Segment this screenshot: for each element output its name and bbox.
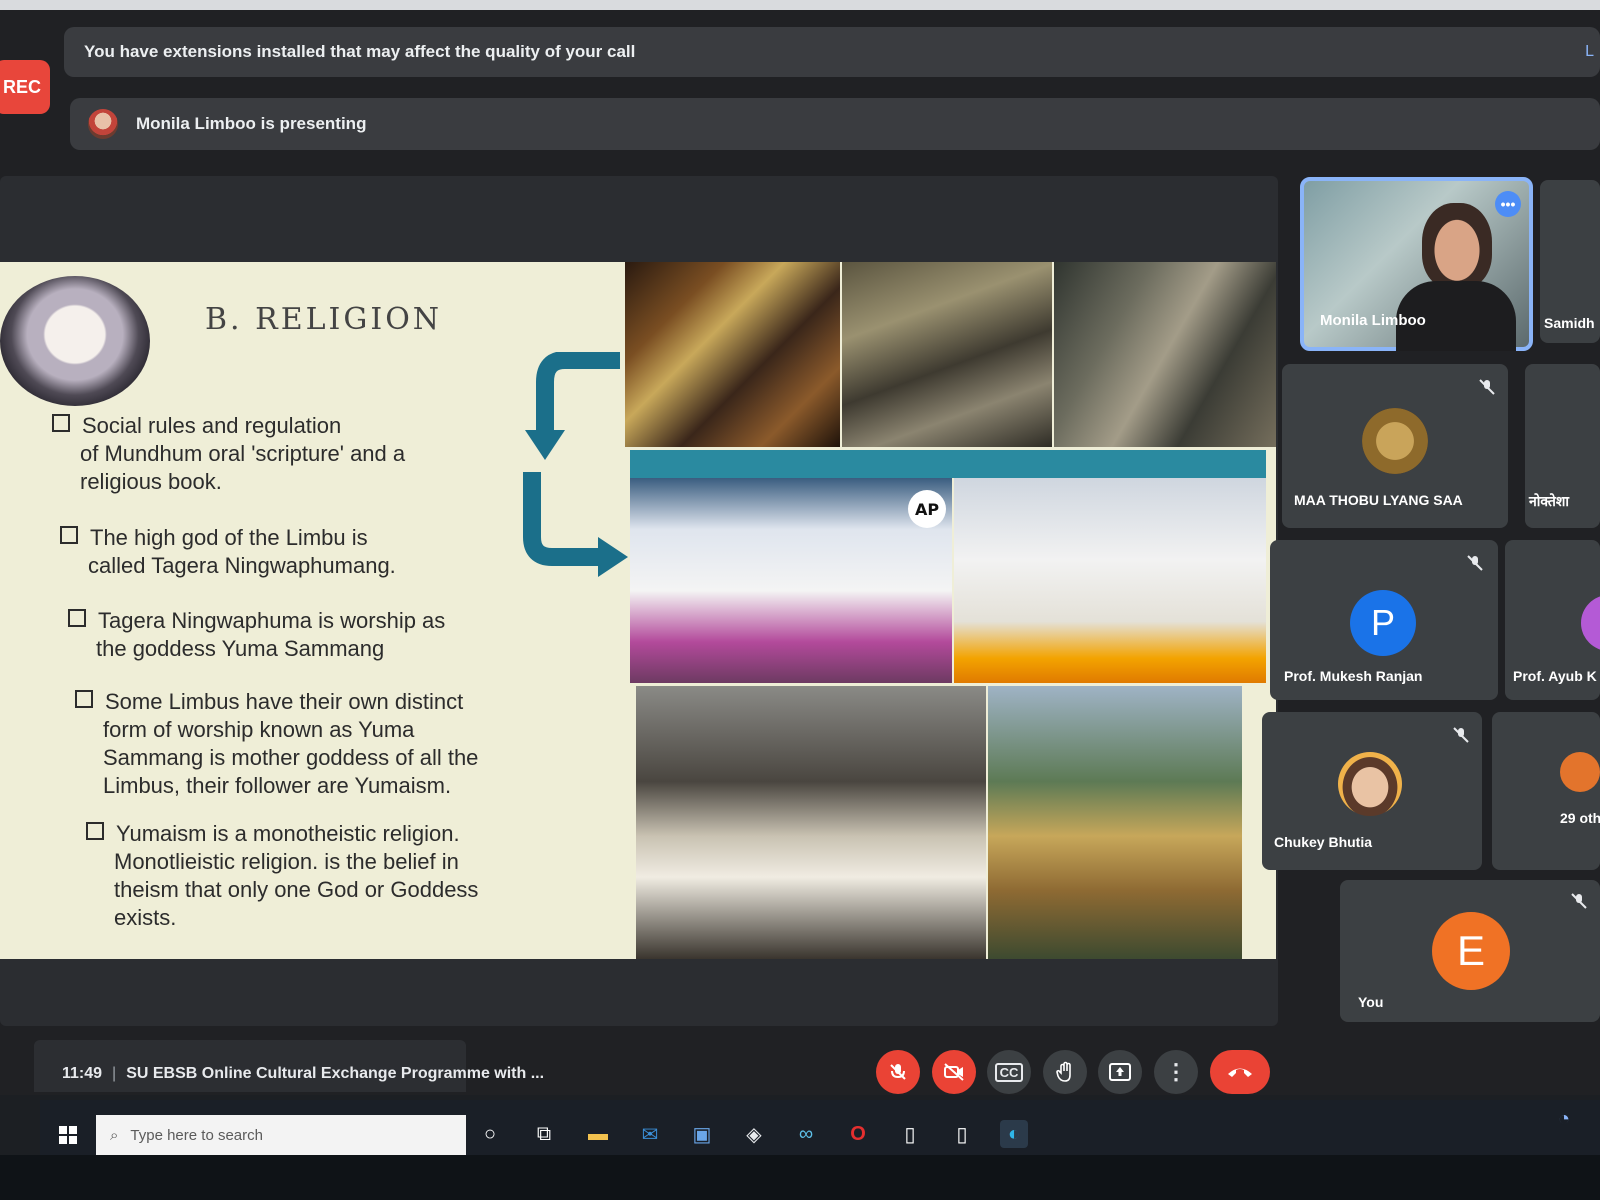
camera-toggle-button[interactable]: [932, 1050, 976, 1094]
slide-photo-temple: [988, 686, 1242, 959]
pinned-participant-tile[interactable]: ••• Monila Limboo: [1300, 177, 1533, 351]
participant-name: Monila Limboo: [1320, 312, 1426, 329]
windows-start-button[interactable]: [54, 1121, 82, 1149]
slide-bullet: The high god of the Limbu is called Tage…: [60, 524, 396, 580]
participant-name: Prof. Mukesh Ranjan: [1284, 668, 1423, 684]
meeting-info[interactable]: 11:49 | SU EBSB Online Cultural Exchange P…: [62, 1065, 544, 1083]
checkbox-bullet-icon: [86, 822, 104, 840]
slide-bullet: Some Limbus have their own distinct form…: [75, 688, 478, 800]
participant-tile[interactable]: P Prof. Mukesh Ranjan: [1270, 540, 1498, 700]
slide-photo-ceremony: [630, 478, 952, 683]
slide-bullet: Yumaism is a monotheistic religion. Mono…: [86, 820, 478, 932]
taskbar-search-box[interactable]: ⌕ Type here to search: [96, 1115, 466, 1155]
desk-background: [0, 1155, 1600, 1200]
mic-off-icon: [1467, 555, 1483, 571]
file-explorer-icon[interactable]: ▬: [584, 1120, 612, 1148]
self-participant-tile[interactable]: E You: [1340, 880, 1600, 1022]
others-count: 29 oth: [1560, 810, 1600, 826]
slide-photo-banner-strip: [630, 450, 1266, 478]
participant-name: MAA THOBU LYANG SAA: [1294, 492, 1463, 508]
browser-top-strip: [0, 0, 1600, 10]
leave-call-button[interactable]: [1210, 1050, 1270, 1094]
mic-toggle-button[interactable]: [876, 1050, 920, 1094]
meeting-time: 11:49: [62, 1065, 103, 1082]
cycle-arrows-icon: [523, 352, 628, 577]
checkbox-bullet-icon: [52, 414, 70, 432]
captions-button[interactable]: CC: [987, 1050, 1031, 1094]
participant-avatar: E: [1432, 912, 1510, 990]
slide-photo-ritual: [954, 478, 1266, 683]
taskbar-search-placeholder: Type here to search: [130, 1126, 263, 1144]
document-icon-2[interactable]: ▯: [948, 1120, 976, 1148]
slide-person-photo: [0, 276, 150, 406]
present-icon: [1109, 1063, 1131, 1081]
extensions-warning-text: You have extensions installed that may a…: [84, 42, 636, 61]
recording-badge: REC: [0, 60, 50, 114]
extensions-warning-banner: You have extensions installed that may a…: [64, 27, 1600, 77]
slide-photo-altar: [636, 686, 986, 959]
participant-name: Chukey Bhutia: [1274, 834, 1373, 850]
slide-photo-prayer-flags: [625, 262, 840, 447]
participant-name: You: [1358, 994, 1384, 1010]
participant-tile-partial[interactable]: Samidh: [1540, 180, 1600, 343]
checkbox-bullet-icon: [60, 526, 78, 544]
participant-avatar: [1362, 408, 1428, 474]
slide-photo-rocks: [842, 262, 1052, 447]
cortana-icon[interactable]: ○: [476, 1120, 504, 1148]
infinity-app-icon[interactable]: ∞: [792, 1120, 820, 1148]
camera-off-icon: [944, 1063, 964, 1081]
present-button[interactable]: [1098, 1050, 1142, 1094]
participant-face: [1422, 203, 1492, 289]
checkbox-bullet-icon: [75, 690, 93, 708]
slide-bullet: Tagera Ningwaphuma is worship as the god…: [68, 607, 445, 663]
participant-avatar: P: [1350, 590, 1416, 656]
captions-icon: CC: [994, 1062, 1024, 1082]
slide-photo-hillside: [1054, 262, 1276, 447]
edge-browser-icon[interactable]: ◐: [1000, 1120, 1028, 1148]
mic-off-icon: [1571, 893, 1587, 909]
hand-icon: [1056, 1061, 1071, 1082]
participant-tile-partial[interactable]: नोक्तेशा: [1525, 364, 1600, 528]
tray-app-icon[interactable]: ◔: [1550, 1105, 1578, 1133]
participant-name: Samidh: [1544, 315, 1595, 331]
store-icon[interactable]: ▣: [688, 1120, 716, 1148]
participant-avatar: [1338, 752, 1402, 816]
ap-logo: AP: [908, 490, 946, 528]
participant-name: Prof. Ayub K: [1513, 668, 1597, 684]
end-call-icon: [1228, 1068, 1252, 1077]
search-icon: ⌕: [110, 1126, 119, 1144]
shared-slide: B. RELIGION Social rules and regulation …: [0, 262, 1276, 959]
presenting-text: Monila Limboo is presenting: [136, 114, 367, 133]
mic-off-icon: [890, 1064, 906, 1080]
presenting-banner: Monila Limboo is presenting: [70, 98, 1600, 150]
checkbox-bullet-icon: [68, 609, 86, 627]
windows-logo-icon: [59, 1126, 77, 1144]
more-options-icon[interactable]: •••: [1495, 191, 1521, 217]
participant-name: नोक्तेशा: [1529, 493, 1570, 509]
document-icon[interactable]: ▯: [896, 1120, 924, 1148]
slide-title: B. RELIGION: [205, 302, 443, 337]
participant-tile[interactable]: Chukey Bhutia: [1262, 712, 1482, 870]
dropbox-icon[interactable]: ◈: [740, 1120, 768, 1148]
mail-icon[interactable]: ✉: [636, 1120, 664, 1148]
extensions-learn-more-link[interactable]: L: [1585, 43, 1594, 61]
opera-icon[interactable]: O: [844, 1120, 872, 1148]
mic-off-icon: [1479, 379, 1495, 395]
slide-bullet: Social rules and regulation of Mundhum o…: [52, 412, 405, 496]
mic-off-icon: [1453, 727, 1469, 743]
participant-tile-partial[interactable]: Prof. Ayub K: [1505, 540, 1600, 700]
participant-tile[interactable]: MAA THOBU LYANG SAA: [1282, 364, 1508, 528]
task-view-icon[interactable]: ⧉: [530, 1120, 558, 1148]
raise-hand-button[interactable]: [1043, 1050, 1087, 1094]
presenter-avatar: [88, 109, 118, 139]
others-tile[interactable]: 29 oth: [1492, 712, 1600, 870]
more-options-button[interactable]: ⋮: [1154, 1050, 1198, 1094]
meeting-title: SU EBSB Online Cultural Exchange Program…: [126, 1065, 545, 1082]
